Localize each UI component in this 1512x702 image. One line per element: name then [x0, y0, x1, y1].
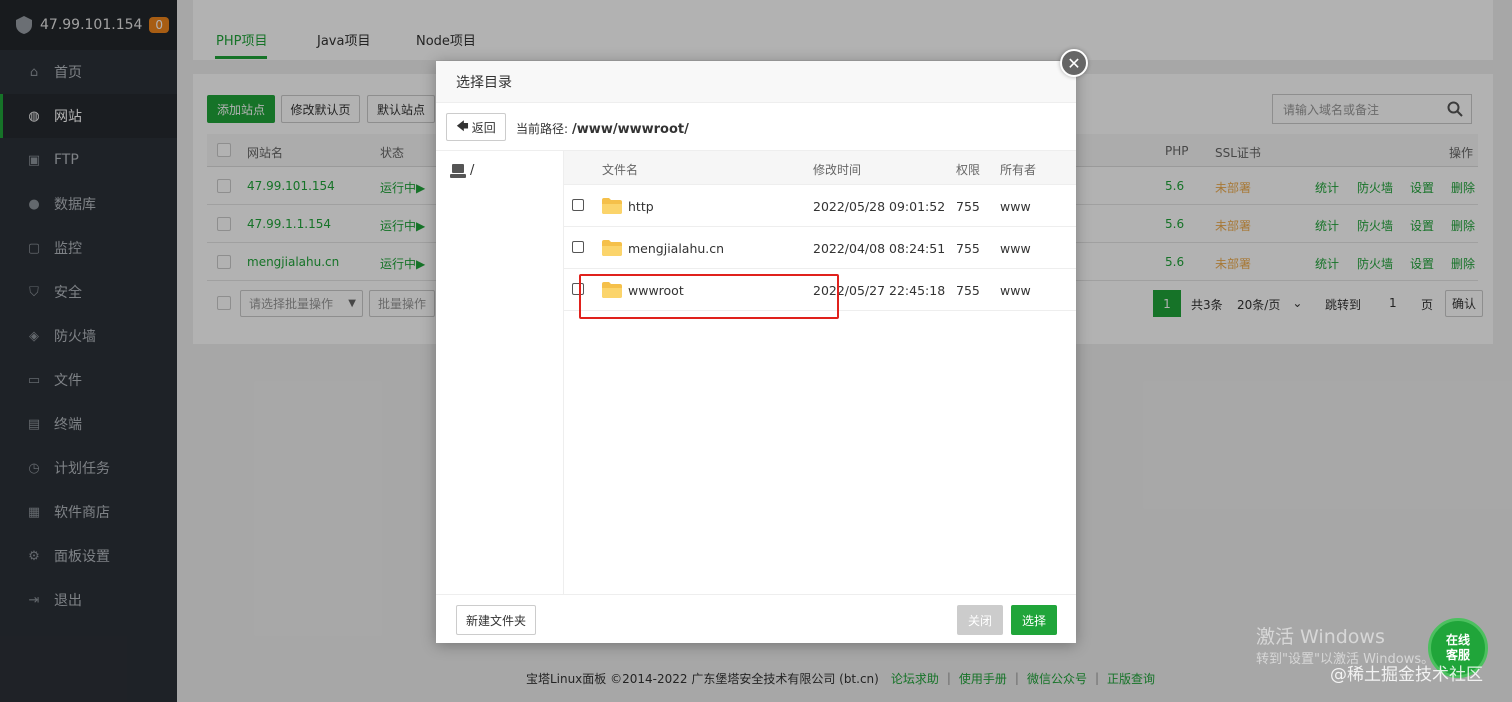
- file-checkbox[interactable]: [572, 241, 584, 253]
- file-owner: www: [1000, 283, 1031, 298]
- windows-activation-watermark: 激活 Windows: [1256, 626, 1385, 648]
- tree-root-item[interactable]: /: [450, 163, 474, 178]
- file-mtime: 2022/04/08 08:24:51: [813, 241, 946, 256]
- annotation-highlight-box: [579, 274, 839, 319]
- col-permission: 权限: [956, 163, 981, 177]
- juejin-watermark: @稀土掘金技术社区: [1330, 665, 1483, 685]
- support-line1: 在线: [1445, 633, 1470, 647]
- directory-tree: /: [436, 151, 564, 594]
- close-icon[interactable]: ✕: [1060, 49, 1088, 77]
- select-button[interactable]: 选择: [1011, 605, 1057, 635]
- file-name[interactable]: mengjialahu.cn: [628, 241, 724, 256]
- file-checkbox[interactable]: [572, 199, 584, 211]
- tree-root-label: /: [470, 163, 475, 178]
- dialog-title: 选择目录: [436, 61, 1076, 103]
- new-folder-button[interactable]: 新建文件夹: [456, 605, 536, 635]
- close-button[interactable]: 关闭: [957, 605, 1003, 635]
- folder-icon: [602, 240, 622, 256]
- file-permission: 755: [956, 283, 980, 298]
- col-owner: 所有者: [1000, 163, 1037, 177]
- path-value: /www/wwwroot/: [572, 122, 689, 137]
- select-directory-dialog: 选择目录 ✕ 🡄 返回 当前路径:/www/wwwroot/ / 文件名 修改时…: [436, 49, 1088, 643]
- back-label: 返回: [471, 120, 496, 135]
- file-owner: www: [1000, 199, 1031, 214]
- file-row[interactable]: http 2022/05/28 09:01:52 755 www: [564, 185, 1076, 227]
- folder-icon: [602, 198, 622, 214]
- file-owner: www: [1000, 241, 1031, 256]
- back-button[interactable]: 🡄 返回: [446, 113, 506, 141]
- path-bar: 🡄 返回 当前路径:/www/wwwroot/: [436, 103, 1076, 151]
- col-mtime: 修改时间: [813, 163, 862, 177]
- file-row[interactable]: mengjialahu.cn 2022/04/08 08:24:51 755 w…: [564, 227, 1076, 269]
- dialog-footer: 新建文件夹 关闭 选择: [436, 594, 1076, 643]
- file-list-header: 文件名 修改时间 权限 所有者: [564, 151, 1076, 185]
- path-label: 当前路径:: [516, 122, 569, 136]
- file-list: 文件名 修改时间 权限 所有者 http 2022/05/28 09:01:52…: [564, 151, 1076, 594]
- col-filename: 文件名: [602, 163, 639, 177]
- file-mtime: 2022/05/28 09:01:52: [813, 199, 946, 214]
- file-permission: 755: [956, 199, 980, 214]
- current-path: 当前路径:/www/wwwroot/: [516, 120, 689, 137]
- back-arrow-icon: 🡄: [456, 118, 469, 133]
- file-name[interactable]: http: [628, 199, 654, 214]
- disk-icon: [450, 163, 466, 178]
- file-permission: 755: [956, 241, 980, 256]
